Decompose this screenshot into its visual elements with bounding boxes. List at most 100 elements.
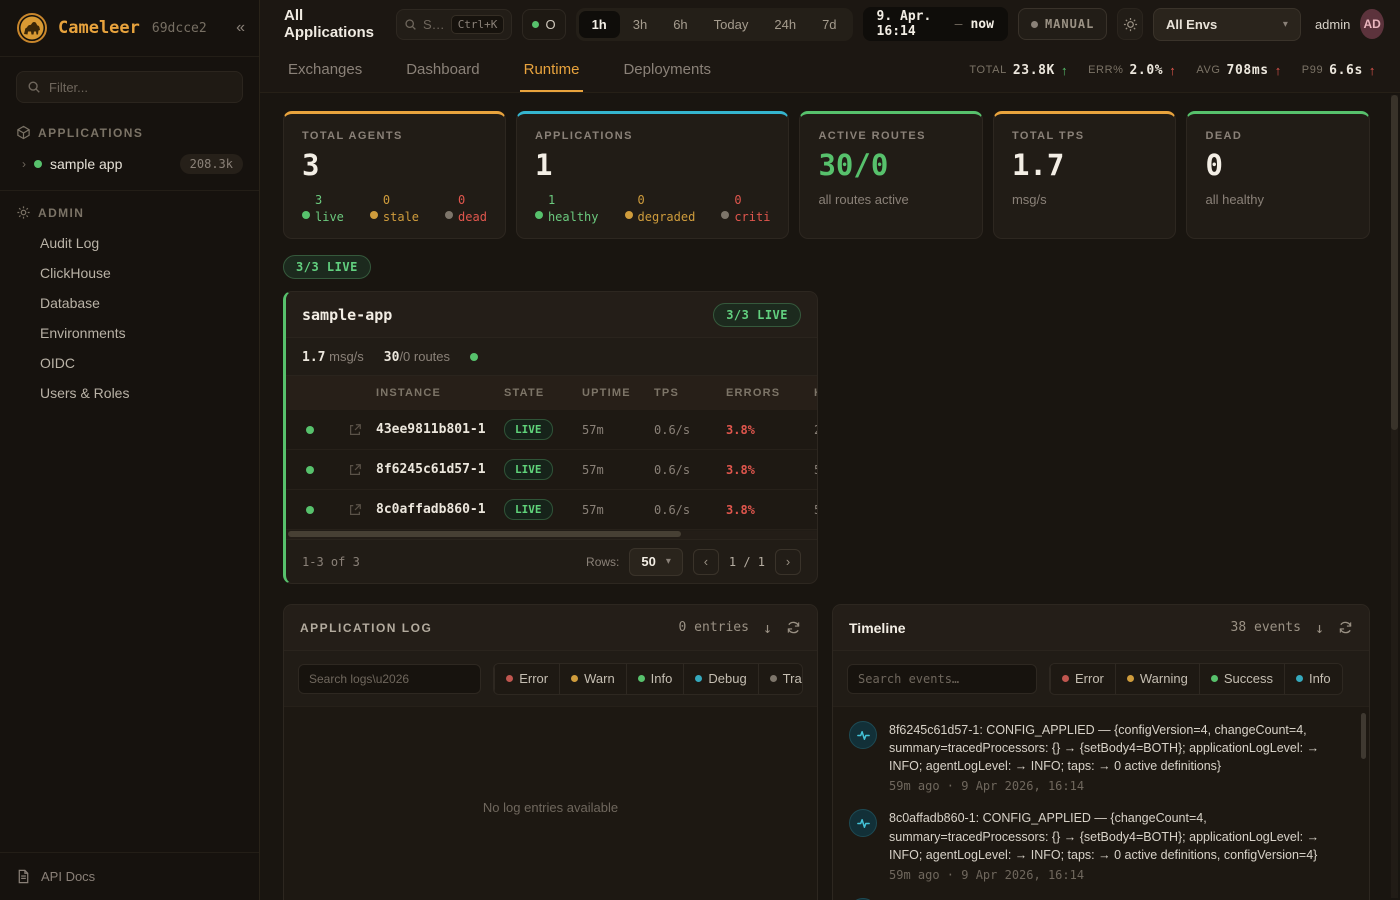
sidebar-admin-item[interactable]: Audit Log: [0, 228, 259, 258]
routes-metric: 30/0 routes: [384, 349, 450, 365]
topbar: All Applications S… Ctrl+K O 1h: [260, 0, 1400, 48]
top-stat: AVG 708ms ↑: [1196, 63, 1281, 78]
date-from: 9. Apr. 16:14: [877, 9, 947, 39]
live-summary-row: 3/3 LIVE: [283, 255, 1370, 279]
refresh-icon[interactable]: [786, 620, 801, 635]
refresh-icon[interactable]: [1338, 620, 1353, 635]
time-range-button[interactable]: 7d: [809, 11, 849, 38]
card-value: 3: [302, 151, 487, 180]
card-label: TOTAL TPS: [1012, 130, 1158, 142]
environment-select[interactable]: All Envs ▾: [1153, 8, 1301, 41]
instances-table-header: INSTANCE STATE UPTIME TPS ERRORS H: [286, 376, 817, 410]
sidebar-admin-item[interactable]: Environments: [0, 318, 259, 348]
avatar[interactable]: AD: [1360, 9, 1384, 39]
tps-value: 1.7: [302, 350, 325, 365]
timeline-filter-chip[interactable]: Warning: [1115, 664, 1199, 694]
state-badge: LIVE: [504, 419, 553, 440]
trend-up-icon: ↑: [1275, 63, 1282, 78]
sidebar-admin-item[interactable]: Database: [0, 288, 259, 318]
timeline-filter-chip[interactable]: Info: [1284, 664, 1342, 694]
time-range-button[interactable]: 3h: [620, 11, 660, 38]
card-active-routes: ACTIVE ROUTES 30/0 all routes active: [799, 111, 983, 239]
stat-text: degraded: [638, 209, 696, 226]
rows-per-page-select[interactable]: 50 ▾: [629, 548, 683, 576]
stat-value: 6.6s: [1329, 63, 1363, 78]
tab[interactable]: Exchanges: [284, 48, 366, 92]
card-label: ACTIVE ROUTES: [818, 130, 964, 142]
log-level-filters: Error Warn Info: [493, 663, 803, 695]
app-count-badge: 208.3k: [180, 154, 243, 174]
global-search-input[interactable]: S… Ctrl+K: [396, 9, 512, 40]
external-link-icon[interactable]: [334, 503, 376, 517]
timeline-scrollbar-thumb[interactable]: [1361, 713, 1366, 759]
sidebar-admin-item[interactable]: ClickHouse: [0, 258, 259, 288]
scrollbar-thumb[interactable]: [288, 531, 681, 537]
timeline-filter-chip[interactable]: Success: [1199, 664, 1284, 694]
uptime-value: 57m: [582, 423, 654, 437]
timeline-search-input[interactable]: [847, 664, 1037, 694]
horizontal-scrollbar[interactable]: [286, 531, 817, 539]
tab[interactable]: Dashboard: [402, 48, 483, 92]
manual-label: MANUAL: [1045, 17, 1094, 31]
live-status-toggle[interactable]: O: [522, 9, 565, 40]
tab[interactable]: Deployments: [619, 48, 715, 92]
live-summary-badge: 3/3 LIVE: [283, 255, 371, 279]
card-label: DEAD: [1205, 130, 1351, 142]
time-range-button[interactable]: Today: [701, 11, 762, 38]
card-subtitle: msg/s: [1012, 192, 1158, 207]
gear-icon: [16, 205, 31, 220]
timeline-events: 8f6245c61d57-1: CONFIG_APPLIED — {config…: [833, 707, 1369, 900]
level-label: Success: [1224, 671, 1273, 686]
sidebar-filter-input[interactable]: Filter...: [16, 71, 243, 103]
log-panel-header: APPLICATION LOG 0 entries ↓: [284, 605, 817, 651]
sidebar-item-sample-app[interactable]: › sample app 208.3k: [0, 148, 259, 180]
log-filter-chip[interactable]: Trace: [758, 664, 803, 694]
log-empty-state: No log entries available: [284, 707, 817, 900]
card-subtitle: all healthy: [1205, 192, 1351, 207]
log-panel-title: APPLICATION LOG: [300, 621, 432, 635]
instances-table-body: 43ee9811b801-1 LIVE 57m 0.6/s 3.8% 2: [286, 410, 817, 530]
stat-healthy: 1healthy: [535, 192, 599, 226]
table-row[interactable]: 8c0affadb860-1 LIVE 57m 0.6/s 3.8% 5: [286, 490, 817, 530]
uptime-value: 57m: [582, 463, 654, 477]
sidebar-admin-item[interactable]: OIDC: [0, 348, 259, 378]
timeline-event: 8f6245c61d57-1: CONFIG_APPLIED — {config…: [849, 721, 1351, 793]
manual-mode-button[interactable]: MANUAL: [1018, 8, 1107, 40]
download-icon[interactable]: ↓: [763, 619, 772, 637]
card-label: TOTAL AGENTS: [302, 130, 487, 142]
sidebar-item-api-docs[interactable]: API Docs: [0, 852, 259, 900]
time-range-button[interactable]: 24h: [761, 11, 809, 38]
next-page-button[interactable]: ›: [775, 549, 801, 575]
time-range-button[interactable]: 6h: [660, 11, 700, 38]
event-timestamp: 59m ago · 9 Apr 2026, 16:14: [889, 868, 1341, 882]
sidebar-admin-item[interactable]: Users & Roles: [0, 378, 259, 408]
stat-dead: 0dead: [445, 192, 487, 226]
log-filter-chip[interactable]: Error: [494, 664, 559, 694]
theme-toggle-button[interactable]: [1117, 8, 1143, 40]
applications-section-header: APPLICATIONS: [0, 115, 259, 148]
log-filter-chip[interactable]: Debug: [683, 664, 757, 694]
time-range-button[interactable]: 1h: [579, 11, 620, 38]
log-filter-chip[interactable]: Warn: [559, 664, 626, 694]
gray-dot: [445, 211, 453, 219]
table-row[interactable]: 43ee9811b801-1 LIVE 57m 0.6/s 3.8% 2: [286, 410, 817, 450]
instance-live-dot: [306, 466, 314, 474]
tab[interactable]: Runtime: [520, 48, 584, 92]
timeline-filter-chip[interactable]: Error: [1050, 664, 1115, 694]
external-link-icon[interactable]: [334, 463, 376, 477]
external-link-icon[interactable]: [334, 423, 376, 437]
download-icon[interactable]: ↓: [1315, 619, 1324, 637]
stat-num: 0: [383, 192, 419, 209]
prev-page-button[interactable]: ‹: [693, 549, 719, 575]
date-range-display[interactable]: 9. Apr. 16:14 — now: [863, 7, 1008, 41]
main-scrollbar[interactable]: [1391, 95, 1398, 898]
log-filter-chip[interactable]: Info: [626, 664, 684, 694]
log-search-input[interactable]: [298, 664, 481, 694]
card-subtitle: all routes active: [818, 192, 964, 207]
filter-placeholder: Filter...: [49, 80, 88, 95]
app-panel-meta: 1.7 msg/s 30/0 routes: [286, 338, 817, 376]
username-label: admin: [1315, 17, 1350, 32]
sidebar-collapse-button[interactable]: «: [236, 19, 245, 37]
scrollbar-thumb[interactable]: [1391, 95, 1398, 430]
table-row[interactable]: 8f6245c61d57-1 LIVE 57m 0.6/s 3.8% 5: [286, 450, 817, 490]
